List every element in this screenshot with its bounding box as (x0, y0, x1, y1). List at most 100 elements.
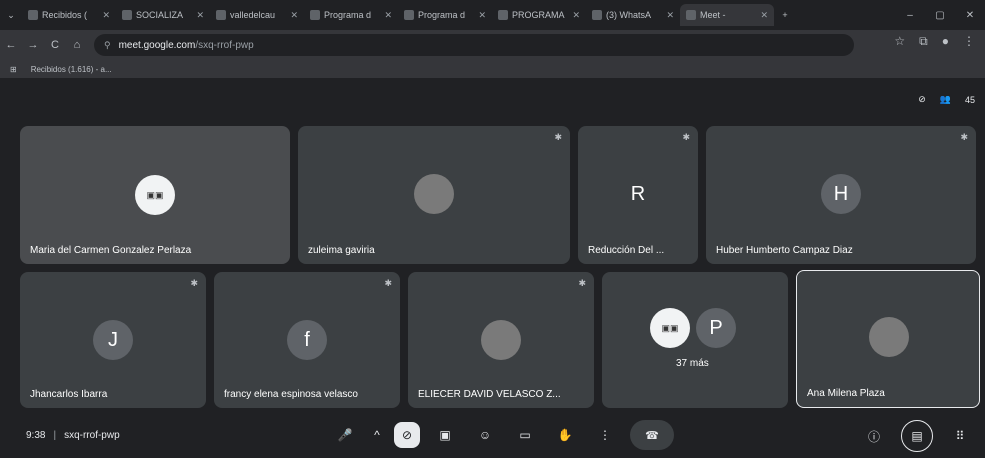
meet-icon (686, 10, 696, 20)
participant-name: francy elena espinosa velasco (224, 389, 358, 400)
muted-mic-icon: ✱ (190, 278, 198, 288)
site-icon (498, 10, 508, 20)
meeting-info: 9:38 | sxq-rrof-pwp (26, 430, 120, 441)
call-controls: 🎤 ^ ⊘ ▣ ☺ ▭ ✋ ⋮ ☎ (330, 420, 674, 450)
participant-tile[interactable]: ✱ f francy elena espinosa velasco (214, 272, 400, 408)
whatsapp-icon (592, 10, 602, 20)
new-tab-button[interactable]: + (774, 10, 796, 20)
url-field[interactable]: ⚲ meet.google.com /sxq-rrof-pwp (94, 34, 854, 56)
browser-tab[interactable]: Recibidos ( ✕ (22, 4, 116, 26)
address-bar-row: ← → C ⌂ ⚲ meet.google.com /sxq-rrof-pwp … (0, 30, 985, 60)
window-controls: – ▢ ✕ (895, 0, 985, 30)
bookmark-item[interactable]: Recibidos (1.616) - a... (31, 65, 112, 74)
tab-title: PROGRAMA (512, 10, 565, 20)
site-info-icon[interactable]: ⚲ (104, 40, 111, 51)
side-controls: ⓘ ▤ ⠿ (859, 420, 975, 452)
info-icon[interactable]: ⓘ (859, 421, 889, 451)
letter-avatar: H (821, 174, 861, 214)
reload-icon[interactable]: C (44, 39, 66, 51)
more-participants-count: 37 más (676, 358, 709, 369)
clock-time: 9:38 (26, 429, 46, 441)
tab-title: SOCIALIZA (136, 10, 184, 20)
meet-control-bar: 9:38 | sxq-rrof-pwp 🎤 ^ ⊘ ▣ ☺ ▭ ✋ ⋮ ☎ ⓘ … (0, 412, 985, 458)
letter-avatar: f (287, 320, 327, 360)
browser-tab-bar: ⌄ Recibidos ( ✕ SOCIALIZA ✕ valledelcau … (0, 0, 985, 30)
chat-icon[interactable]: ▤ (901, 420, 933, 452)
tab-title: Recibidos ( (42, 10, 88, 20)
close-icon[interactable]: ✕ (666, 10, 674, 21)
browser-tab[interactable]: valledelcau ✕ (210, 4, 304, 26)
mic-icon[interactable]: 🎤 (330, 420, 360, 450)
sheets-icon (122, 10, 132, 20)
camera-off-icon[interactable]: ⊘ (918, 94, 926, 105)
browser-tab[interactable]: PROGRAMA ✕ (492, 4, 586, 26)
forward-icon[interactable]: → (22, 39, 44, 51)
participant-tile[interactable]: ✱ H Huber Humberto Campaz Diaz (706, 126, 976, 264)
letter-avatar: P (696, 308, 736, 348)
toolbar-actions: ☆ ⧉ ● ⋮ (894, 34, 975, 49)
muted-mic-icon: ✱ (554, 132, 562, 142)
close-icon[interactable]: ✕ (102, 10, 110, 21)
browser-tab[interactable]: Programa d ✕ (304, 4, 398, 26)
people-icon[interactable]: 👥 (940, 94, 951, 105)
muted-mic-icon: ✱ (384, 278, 392, 288)
profile-icon[interactable]: ● (942, 34, 949, 49)
more-participants-tile[interactable]: ▣▣ P 37 más (602, 272, 788, 408)
browser-tab[interactable]: (3) WhatsA ✕ (586, 4, 680, 26)
browser-tab[interactable]: SOCIALIZA ✕ (116, 4, 210, 26)
camera-off-button[interactable]: ⊘ (394, 422, 420, 448)
participant-count: 45 (964, 94, 975, 105)
extensions-icon[interactable]: ⧉ (919, 34, 928, 49)
tab-title: valledelcau (230, 10, 276, 20)
participant-tile[interactable]: ✱ ELIECER DAVID VELASCO Z... (408, 272, 594, 408)
logo-avatar: ▣▣ (650, 308, 690, 348)
minimize-icon[interactable]: – (895, 10, 925, 21)
close-icon[interactable]: ✕ (572, 10, 580, 21)
present-screen-icon[interactable]: ▭ (510, 420, 540, 450)
menu-kebab-icon[interactable]: ⋮ (963, 34, 975, 49)
leave-call-button[interactable]: ☎ (630, 420, 674, 450)
chevron-up-icon[interactable]: ^ (370, 420, 384, 450)
close-icon[interactable]: ✕ (384, 10, 392, 21)
close-icon[interactable]: ✕ (290, 10, 298, 21)
tab-title: Programa d (324, 10, 372, 20)
participant-name: Reducción Del ... (588, 245, 665, 256)
url-host: meet.google.com (118, 39, 196, 51)
participant-tile[interactable]: ▣▣ Maria del Carmen Gonzalez Perlaza (20, 126, 290, 264)
participant-tile[interactable]: ✱ R Reducción Del ... (578, 126, 698, 264)
close-icon[interactable]: ✕ (478, 10, 486, 21)
participant-tile-self[interactable]: Ana Milena Plaza (796, 270, 980, 408)
site-icon (404, 10, 414, 20)
maximize-icon[interactable]: ▢ (925, 10, 955, 21)
meet-stage: ⊘ 👥 45 ▣▣ Maria del Carmen Gonzalez Perl… (0, 78, 985, 458)
profile-photo-avatar (414, 174, 454, 214)
emoji-icon[interactable]: ☺ (470, 420, 500, 450)
raise-hand-icon[interactable]: ✋ (550, 420, 580, 450)
apps-grid-icon[interactable]: ⊞ (10, 65, 17, 74)
separator: | (53, 429, 57, 441)
bookmarks-bar: ⊞ Recibidos (1.616) - a... (0, 60, 985, 78)
close-icon[interactable]: ✕ (760, 10, 768, 21)
letter-avatar: R (630, 182, 646, 205)
close-window-icon[interactable]: ✕ (955, 10, 985, 21)
bookmark-star-icon[interactable]: ☆ (894, 34, 905, 49)
captions-icon[interactable]: ▣ (430, 420, 460, 450)
participant-name: Huber Humberto Campaz Diaz (716, 245, 853, 256)
activities-grid-icon[interactable]: ⠿ (945, 421, 975, 451)
tab-search-icon[interactable]: ⌄ (0, 10, 22, 21)
more-options-icon[interactable]: ⋮ (590, 420, 620, 450)
close-icon[interactable]: ✕ (196, 10, 204, 21)
browser-tab[interactable]: Programa d ✕ (398, 4, 492, 26)
participant-tile[interactable]: ✱ zuleima gaviria (298, 126, 570, 264)
participant-tile[interactable]: ✱ J Jhancarlos Ibarra (20, 272, 206, 408)
profile-photo-avatar (481, 320, 521, 360)
participant-name: Maria del Carmen Gonzalez Perlaza (30, 245, 192, 256)
back-icon[interactable]: ← (0, 39, 22, 51)
letter-avatar: J (93, 320, 133, 360)
browser-tab-active[interactable]: Meet - ✕ (680, 4, 774, 26)
participant-name: ELIECER DAVID VELASCO Z... (418, 389, 561, 400)
participant-name: Ana Milena Plaza (807, 388, 885, 399)
home-icon[interactable]: ⌂ (66, 39, 88, 51)
site-icon (310, 10, 320, 20)
profile-photo-avatar (869, 317, 909, 357)
